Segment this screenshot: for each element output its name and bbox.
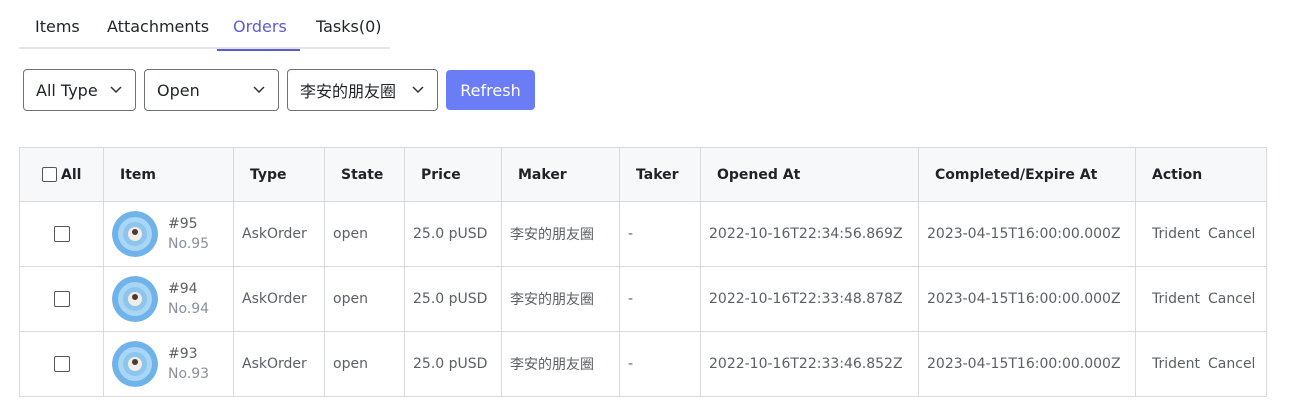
completed-at-cell: 2023-04-15T16:00:00.000Z — [918, 332, 1135, 396]
action-cell: Trident Cancel — [1135, 267, 1266, 331]
trident-link[interactable]: Trident — [1152, 356, 1200, 372]
type-cell: AskOrder — [233, 332, 324, 396]
item-number: No.93 — [168, 366, 210, 382]
row-checkbox[interactable] — [53, 356, 70, 372]
chevron-down-icon — [412, 86, 424, 94]
table-header-row: All Item Type State Price Maker Taker Op… — [20, 148, 1266, 201]
tab-bar: Items Attachments Orders Tasks(0) — [19, 10, 390, 51]
header-completed-at: Completed/Expire At — [918, 148, 1135, 201]
header-action: Action — [1135, 148, 1266, 201]
cancel-link[interactable]: Cancel — [1208, 226, 1255, 242]
maker-select-value: 李安的朋友圈 — [300, 82, 397, 101]
item-avatar-icon — [112, 276, 158, 322]
type-select[interactable]: All Type — [23, 69, 136, 111]
completed-at-cell: 2023-04-15T16:00:00.000Z — [918, 202, 1135, 266]
state-cell: open — [324, 267, 404, 331]
item-number: No.94 — [168, 301, 210, 317]
trident-link[interactable]: Trident — [1152, 291, 1200, 307]
cancel-link[interactable]: Cancel — [1208, 291, 1255, 307]
tab-attachments[interactable]: Attachments — [91, 10, 217, 47]
select-all-label: All — [61, 166, 82, 183]
row-select-cell — [20, 202, 103, 266]
type-cell: AskOrder — [233, 202, 324, 266]
header-price: Price — [404, 148, 501, 201]
state-select-value: Open — [157, 80, 200, 100]
header-type: Type — [233, 148, 324, 201]
state-select[interactable]: Open — [144, 69, 279, 111]
price-cell: 25.0 pUSD — [404, 202, 501, 266]
header-taker: Taker — [619, 148, 700, 201]
item-id[interactable]: #95 — [168, 214, 209, 234]
state-cell: open — [324, 332, 404, 396]
tab-orders[interactable]: Orders — [217, 10, 300, 51]
row-select-cell — [20, 267, 103, 331]
row-checkbox[interactable] — [53, 226, 70, 242]
item-cell: #95 No.95 — [103, 202, 233, 266]
taker-cell: - — [619, 202, 700, 266]
item-cell: #93 No.93 — [103, 332, 233, 396]
select-all-checkbox[interactable] — [42, 167, 57, 182]
chevron-down-icon — [110, 86, 122, 94]
price-cell: 25.0 pUSD — [404, 332, 501, 396]
table-row: #95 No.95 AskOrder open 25.0 pUSD 李安的朋友圈… — [20, 201, 1266, 266]
table-row: #94 No.94 AskOrder open 25.0 pUSD 李安的朋友圈… — [20, 266, 1266, 331]
maker-cell: 李安的朋友圈 — [501, 202, 619, 266]
price-cell: 25.0 pUSD — [404, 267, 501, 331]
row-select-cell — [20, 332, 103, 396]
taker-cell: - — [619, 267, 700, 331]
chevron-down-icon — [253, 86, 265, 94]
state-cell: open — [324, 202, 404, 266]
taker-cell: - — [619, 332, 700, 396]
table-row: #93 No.93 AskOrder open 25.0 pUSD 李安的朋友圈… — [20, 331, 1266, 396]
maker-select[interactable]: 李安的朋友圈 — [287, 69, 438, 111]
opened-at-cell: 2022-10-16T22:33:48.878Z — [700, 267, 918, 331]
type-cell: AskOrder — [233, 267, 324, 331]
item-number: No.95 — [168, 236, 210, 252]
item-cell: #94 No.94 — [103, 267, 233, 331]
header-item: Item — [103, 148, 233, 201]
header-opened-at: Opened At — [700, 148, 918, 201]
header-state: State — [324, 148, 404, 201]
tab-items[interactable]: Items — [19, 10, 91, 47]
completed-at-cell: 2023-04-15T16:00:00.000Z — [918, 267, 1135, 331]
cancel-link[interactable]: Cancel — [1208, 356, 1255, 372]
opened-at-cell: 2022-10-16T22:34:56.869Z — [700, 202, 918, 266]
maker-cell: 李安的朋友圈 — [501, 332, 619, 396]
row-checkbox[interactable] — [53, 291, 70, 307]
header-select-all: All — [20, 148, 103, 201]
action-cell: Trident Cancel — [1135, 332, 1266, 396]
tab-tasks[interactable]: Tasks(0) — [300, 10, 390, 47]
refresh-button[interactable]: Refresh — [446, 70, 535, 110]
item-id[interactable]: #93 — [168, 344, 209, 364]
action-cell: Trident Cancel — [1135, 202, 1266, 266]
maker-cell: 李安的朋友圈 — [501, 267, 619, 331]
header-maker: Maker — [501, 148, 619, 201]
item-id[interactable]: #94 — [168, 279, 209, 299]
opened-at-cell: 2022-10-16T22:33:46.852Z — [700, 332, 918, 396]
item-avatar-icon — [112, 341, 158, 387]
trident-link[interactable]: Trident — [1152, 226, 1200, 242]
orders-table: All Item Type State Price Maker Taker Op… — [19, 147, 1267, 397]
item-avatar-icon — [112, 211, 158, 257]
type-select-value: All Type — [36, 80, 98, 100]
